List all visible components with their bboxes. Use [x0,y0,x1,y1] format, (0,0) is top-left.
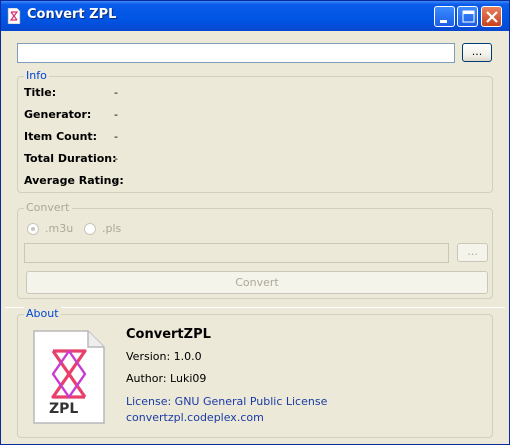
convert-button[interactable]: Convert [26,271,488,294]
maximize-icon [462,10,475,23]
info-label-generator: Generator: [24,108,92,121]
about-version: Version: 1.0.0 [126,350,202,363]
title-bar[interactable]: Convert ZPL [1,1,509,31]
info-value-item-count: - [114,130,118,143]
info-value-total-duration: - [114,152,118,165]
minimize-button[interactable] [434,6,455,27]
about-group: About ZPL ConvertZPL Version: 1.0.0 Auth… [17,307,493,438]
convert-group: Convert .m3u .pls ... Convert [17,201,493,299]
info-label-total-duration: Total Duration: [24,152,117,165]
file-path-input[interactable] [18,44,454,62]
convert-zpl-window: Convert ZPL ... Info Title: - Generator:… [0,0,510,445]
convert-group-legend: Convert [24,201,72,214]
pls-radio-label[interactable]: .pls [102,222,121,235]
about-app-name: ConvertZPL [126,327,211,342]
divider [5,307,505,308]
info-value-average-rating: - [114,174,118,187]
pls-radio[interactable] [84,223,96,235]
info-value-title: - [114,86,118,99]
client-area: ... Info Title: - Generator: - Item Coun… [5,31,505,441]
minimize-icon [440,20,447,23]
info-label-item-count: Item Count: [24,130,98,143]
about-panel: About ZPL ConvertZPL Version: 1.0.0 Auth… [5,307,505,441]
info-label-average-rating: Average Rating: [24,174,124,187]
radio-selected-dot [31,227,35,231]
info-group-legend: Info [24,69,49,82]
m3u-radio[interactable] [27,223,39,235]
app-icon [7,8,21,24]
zpl-logo-text: ZPL [49,401,79,417]
info-value-generator: - [114,108,118,121]
close-icon [486,11,498,23]
about-author: Author: Luki09 [126,372,207,385]
info-group: Info Title: - Generator: - Item Count: -… [17,69,493,193]
m3u-radio-label[interactable]: .m3u [45,222,73,235]
about-url-link[interactable]: convertzpl.codeplex.com [126,411,264,424]
maximize-button[interactable] [457,6,478,27]
browse-file-button[interactable]: ... [462,43,492,62]
about-license[interactable]: License: GNU General Public License [126,395,327,408]
close-button[interactable] [481,6,502,27]
about-group-legend: About [24,307,61,320]
file-path-input-box[interactable] [17,43,455,63]
browse-output-button[interactable]: ... [457,243,488,262]
info-label-title: Title: [24,86,57,99]
output-path-input-box[interactable] [24,243,449,263]
window-title: Convert ZPL [27,7,117,22]
output-path-input[interactable] [25,244,448,262]
